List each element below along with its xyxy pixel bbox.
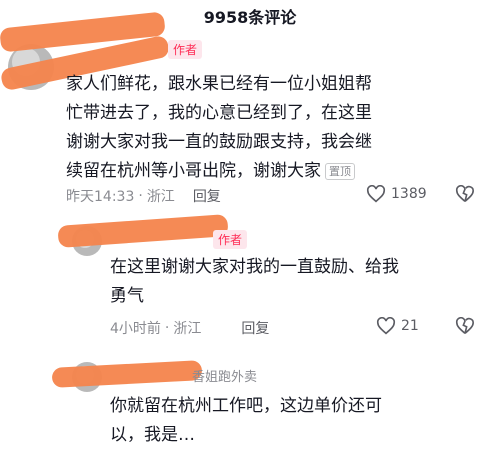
comment-text[interactable]: 在这里谢谢大家对我的一直鼓励、给我 勇气	[110, 253, 490, 311]
comment-line-text: 续留在杭州等小哥出院，谢谢大家	[66, 161, 321, 181]
like-count: 1389	[391, 186, 427, 202]
comment-text[interactable]: 你就留在杭州工作吧，这边单价还可 以，我是…	[110, 392, 490, 450]
reply-button[interactable]: 回复	[241, 318, 269, 338]
author-tag: 作者	[213, 230, 248, 249]
comment-line: 你就留在杭州工作吧，这边单价还可	[110, 396, 382, 416]
like-button[interactable]: 1389	[366, 185, 427, 203]
pinned-badge: 置顶	[325, 162, 355, 180]
comment-line: 续留在杭州等小哥出院，谢谢大家 置顶	[66, 157, 496, 186]
heart-icon	[366, 185, 386, 203]
comment-location: 浙江	[173, 321, 202, 337]
like-button[interactable]: 21	[376, 317, 419, 335]
author-tag: 作者	[168, 40, 203, 59]
comment-meta: 昨天14:33 · 浙江 回复	[66, 186, 221, 206]
heart-icon	[376, 317, 396, 335]
comment-location: 浙江	[146, 189, 175, 205]
comment-text[interactable]: 家人们鲜花，跟水果已经有一位小姐姐帮 忙带进去了，我的心意已经到了，在这里 谢谢…	[66, 70, 496, 186]
commenter-nickname[interactable]: 香姐跑外卖	[192, 366, 257, 385]
comment-time: 4小时前	[110, 321, 161, 337]
reply-button[interactable]: 回复	[193, 186, 221, 206]
comment-meta: 4小时前 · 浙江 回复	[110, 318, 269, 338]
comment-time: 昨天14:33	[66, 189, 135, 205]
dislike-button[interactable]	[455, 184, 475, 207]
like-count: 21	[401, 318, 419, 334]
comment-line: 忙带进去了，我的心意已经到了，在这里	[66, 103, 372, 123]
comment-line: 在这里谢谢大家对我的一直鼓励、给我	[110, 257, 399, 277]
meta-separator: ·	[164, 320, 170, 336]
comment-line: 以，我是…	[110, 425, 195, 445]
dislike-button[interactable]	[455, 316, 475, 339]
comment-line: 家人们鲜花，跟水果已经有一位小姐姐帮	[66, 74, 372, 94]
redaction-scribble	[57, 214, 229, 248]
comment-line: 勇气	[110, 286, 144, 306]
meta-separator: ·	[138, 188, 143, 204]
broken-heart-icon	[455, 184, 475, 202]
comment-line: 谢谢大家对我一直的鼓励跟支持，我会继	[66, 132, 372, 152]
redaction-scribble	[51, 360, 203, 388]
broken-heart-icon	[455, 316, 475, 334]
